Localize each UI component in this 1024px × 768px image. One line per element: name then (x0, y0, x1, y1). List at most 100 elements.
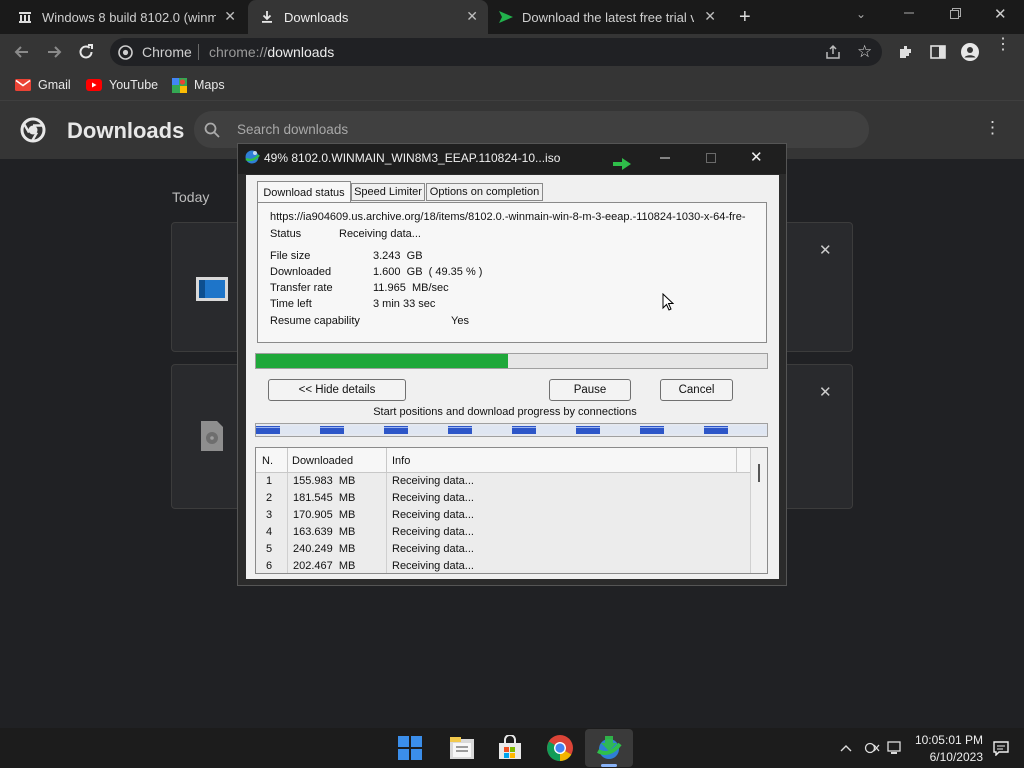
table-scrollbar[interactable] (750, 448, 767, 573)
extensions-icon[interactable] (898, 44, 914, 65)
status-value: Receiving data... (339, 228, 421, 240)
tab-downloads[interactable]: Downloads ✕ (248, 0, 488, 34)
idm-active-indicator (601, 764, 617, 767)
bookmark-label: Maps (194, 78, 225, 92)
connection-info: Receiving data... (392, 475, 474, 487)
connection-downloaded: 163.639 MB (293, 526, 356, 538)
chrome-logo-icon (20, 117, 46, 148)
connection-number: 4 (266, 526, 273, 538)
connections-progress-strip (255, 423, 768, 437)
downloaded-value: 1.600 GB ( 49.35 % ) (373, 266, 483, 278)
transfer-rate-value: 11.965 MB/sec (373, 282, 449, 294)
bookmark-maps[interactable]: Maps (172, 76, 225, 94)
scrollbar-thumb[interactable] (758, 464, 760, 482)
section-today: Today (172, 189, 210, 205)
tab-archive[interactable]: Windows 8 build 8102.0 (winmain ✕ (0, 0, 246, 34)
table-row[interactable]: 4 163.639 MB Receiving data... (256, 524, 750, 541)
close-tab-icon[interactable]: ✕ (224, 8, 236, 25)
address-url[interactable]: chrome://downloads (209, 44, 334, 60)
idm-dialog-title: 49% 8102.0.WINMAIN_WIN8M3_EEAP.110824-10… (264, 151, 561, 165)
tab-search-icon[interactable]: ⌄ (856, 7, 866, 21)
address-site-label: Chrome (142, 44, 192, 60)
table-row[interactable]: 3 170.905 MB Receiving data... (256, 507, 750, 524)
tab-speed-limiter[interactable]: Speed Limiter (351, 183, 425, 201)
bookmark-label: YouTube (109, 78, 159, 92)
table-row[interactable]: 5 240.249 MB Receiving data... (256, 541, 750, 558)
column-n[interactable]: N. (262, 455, 273, 467)
restore-icon[interactable] (949, 7, 961, 19)
idm-close-icon[interactable]: ✕ (750, 148, 763, 166)
connection-info: Receiving data... (392, 526, 474, 538)
cancel-button[interactable]: Cancel (660, 379, 733, 401)
hide-details-button[interactable]: << Hide details (268, 379, 406, 401)
connections-table: N. Downloaded Info 1 155.983 MB Receiving … (255, 447, 768, 574)
file-explorer-icon[interactable] (448, 735, 476, 766)
status-label: Status (270, 228, 302, 240)
table-header: N. Downloaded Info (256, 448, 767, 473)
connections-caption: Start positions and download progress by… (373, 406, 637, 418)
remove-download-icon[interactable]: ✕ (819, 383, 832, 401)
download-icon (260, 10, 274, 24)
download-progress-bar (255, 353, 768, 369)
connection-number: 5 (266, 543, 273, 555)
connection-info: Receiving data... (392, 509, 474, 521)
connection-info: Receiving data... (392, 560, 474, 572)
back-icon[interactable] (12, 42, 32, 67)
maps-icon (172, 77, 187, 93)
share-icon[interactable] (825, 44, 841, 65)
connection-rows: 1 155.983 MB Receiving data... 2 181.545 MB R… (256, 473, 750, 573)
connection-downloaded: 181.545 MB (293, 492, 356, 504)
notification-icon[interactable] (993, 740, 1009, 761)
file-size-label: File size (270, 250, 311, 262)
bookmark-gmail[interactable]: Gmail (15, 76, 71, 94)
connection-number: 6 (266, 560, 273, 572)
tab-idm[interactable]: Download the latest free trial ver ✕ (490, 0, 726, 34)
reload-icon[interactable] (76, 42, 96, 67)
column-info[interactable]: Info (392, 455, 410, 467)
column-downloaded[interactable]: Downloaded (292, 455, 353, 467)
tab-options-on-completion[interactable]: Options on completion (426, 183, 543, 201)
close-tab-icon[interactable]: ✕ (466, 8, 478, 25)
browser-menu-icon[interactable]: ⋮ (995, 37, 1011, 53)
table-row[interactable]: 2 181.545 MB Receiving data... (256, 490, 750, 507)
pause-button[interactable]: Pause (549, 379, 631, 401)
tab-title: Downloads (284, 9, 349, 25)
microsoft-store-icon[interactable] (497, 734, 523, 766)
new-tab-icon[interactable]: + (739, 6, 751, 29)
connection-info: Receiving data... (392, 492, 474, 504)
close-tab-icon[interactable]: ✕ (704, 8, 716, 25)
side-panel-icon[interactable] (930, 44, 946, 65)
show-hidden-icons[interactable] (840, 740, 852, 758)
idm-maximize-icon (705, 151, 717, 169)
search-input[interactable]: Search downloads (237, 122, 348, 137)
idm-icon (595, 734, 623, 767)
idm-minimize-icon[interactable] (659, 151, 671, 169)
close-window-icon[interactable]: ✕ (994, 5, 1007, 23)
minimize-icon[interactable] (903, 6, 915, 18)
connection-downloaded: 202.467 MB (293, 560, 356, 572)
download-url: https://ia904609.us.archive.org/18/items… (270, 211, 746, 223)
table-row[interactable]: 1 155.983 MB Receiving data... (256, 473, 750, 490)
page-menu-icon[interactable]: ⋮ (984, 118, 1001, 138)
tab-download-status[interactable]: Download status (257, 181, 351, 203)
connection-downloaded: 240.249 MB (293, 543, 356, 555)
profile-avatar-icon[interactable] (960, 42, 980, 67)
windows-start-icon[interactable] (397, 735, 423, 766)
disc-file-icon (201, 421, 223, 456)
chrome-icon[interactable] (546, 734, 574, 767)
connection-number: 2 (266, 492, 273, 504)
bookmark-star-icon[interactable]: ☆ (857, 42, 872, 62)
bookmark-youtube[interactable]: YouTube (86, 76, 158, 94)
network-icon[interactable] (886, 740, 902, 761)
clock-time: 10:05:01 PM (914, 733, 983, 747)
archive-icon (18, 10, 32, 24)
idm-globe-icon (244, 149, 260, 170)
resume-capability-label: Resume capability (270, 315, 360, 327)
battery-saver-icon[interactable] (864, 740, 880, 761)
connection-number: 1 (266, 475, 273, 487)
table-row[interactable]: 6 202.467 MB Receiving data... (256, 558, 750, 573)
remove-download-icon[interactable]: ✕ (819, 241, 832, 259)
idm-arrow-icon (613, 157, 631, 175)
forward-icon[interactable] (44, 42, 64, 67)
taskbar-clock[interactable]: 10:05:01 PM 6/10/2023 (905, 733, 983, 764)
